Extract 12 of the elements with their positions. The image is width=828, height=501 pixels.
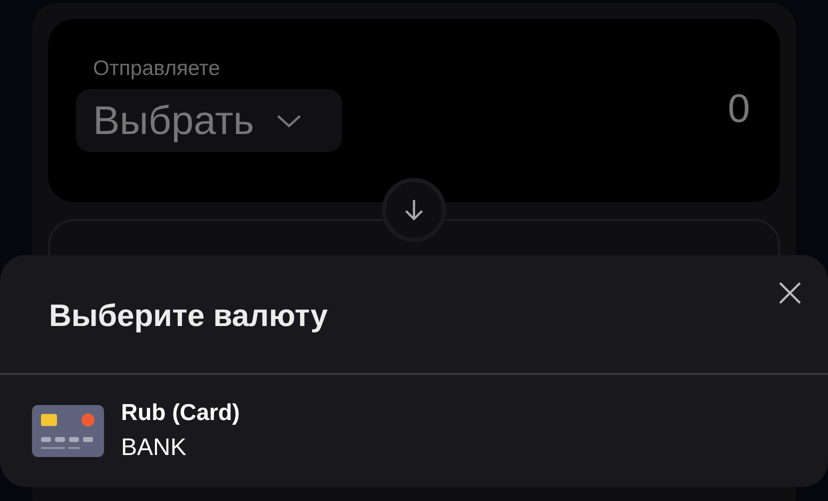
chevron-down-icon <box>276 114 302 128</box>
close-icon <box>779 282 801 304</box>
close-button[interactable] <box>778 281 802 305</box>
bank-card-icon <box>32 405 104 457</box>
currency-select[interactable]: Выбрать <box>76 89 342 152</box>
send-label: Отправляете <box>92 56 222 82</box>
currency-name: Rub (Card) <box>121 398 240 427</box>
arrow-down-icon <box>404 198 424 222</box>
sheet-title: Выберите валюту <box>49 296 328 335</box>
currency-option[interactable]: Rub (Card) BANK <box>0 375 828 467</box>
currency-type: BANK <box>121 433 188 463</box>
amount-value: 0 <box>728 86 750 132</box>
